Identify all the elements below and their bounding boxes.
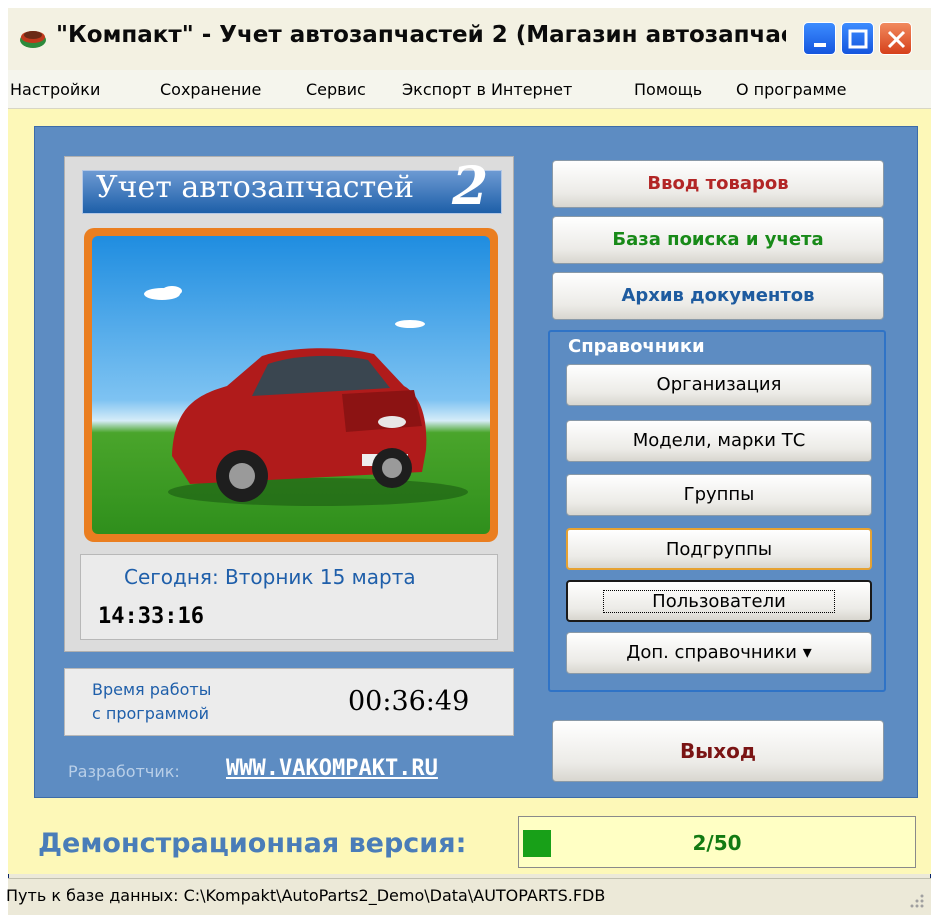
groups-button[interactable]: Группы <box>566 474 872 516</box>
vehicle-models-button[interactable]: Модели, марки ТС <box>566 420 872 462</box>
references-title: Справочники <box>568 336 705 357</box>
menu-help[interactable]: Помощь <box>634 80 702 99</box>
database-path: Путь к базе данных: C:\Kompakt\AutoParts… <box>6 886 606 905</box>
demo-count: 2/50 <box>692 831 742 855</box>
car-photo <box>92 236 490 534</box>
maximize-button[interactable] <box>841 22 874 55</box>
minimize-icon <box>814 43 826 47</box>
users-button[interactable]: Пользователи <box>566 580 872 622</box>
extra-references-dropdown[interactable]: Доп. справочники ▾ <box>566 632 872 674</box>
today-date: Сегодня: Вторник 15 марта <box>124 565 416 589</box>
exit-button[interactable]: Выход <box>552 720 884 782</box>
subgroups-button[interactable]: Подгруппы <box>566 528 872 570</box>
resize-grip-icon[interactable] <box>906 890 926 910</box>
logo-number: 2 <box>452 156 489 217</box>
car-image <box>144 286 468 506</box>
maximize-icon <box>848 29 868 49</box>
menu-settings[interactable]: Настройки <box>10 80 100 99</box>
developer-link[interactable]: WWW.VAKOMPAKT.RU <box>226 756 438 781</box>
archive-button[interactable]: Архив документов <box>552 272 884 320</box>
work-time-value: 00:36:49 <box>348 686 470 717</box>
input-goods-button[interactable]: Ввод товаров <box>552 160 884 208</box>
users-button-label: Пользователи <box>603 590 835 613</box>
app-logo-icon <box>20 31 46 48</box>
search-base-button[interactable]: База поиска и учета <box>552 216 884 264</box>
organization-button[interactable]: Организация <box>566 364 872 406</box>
minimize-button[interactable] <box>803 22 836 55</box>
window-title: "Компакт" - Учет автозапчастей 2 (Магази… <box>56 22 786 48</box>
logo-text: Учет автозапчастей <box>96 170 414 205</box>
developer-label: Разработчик: <box>68 762 180 781</box>
menu-service[interactable]: Сервис <box>306 80 366 99</box>
menu-about[interactable]: О программе <box>736 80 846 99</box>
work-time-label-line2: с программой <box>92 704 209 723</box>
demo-version-label: Демонстрационная версия: <box>38 828 467 859</box>
work-time-label-line1: Время работы <box>92 680 212 699</box>
close-button[interactable] <box>879 22 912 55</box>
menu-export-internet[interactable]: Экспорт в Интернет <box>402 80 572 99</box>
current-time: 14:33:16 <box>98 604 204 629</box>
close-icon <box>887 30 906 49</box>
menu-saving[interactable]: Сохранение <box>160 80 261 99</box>
